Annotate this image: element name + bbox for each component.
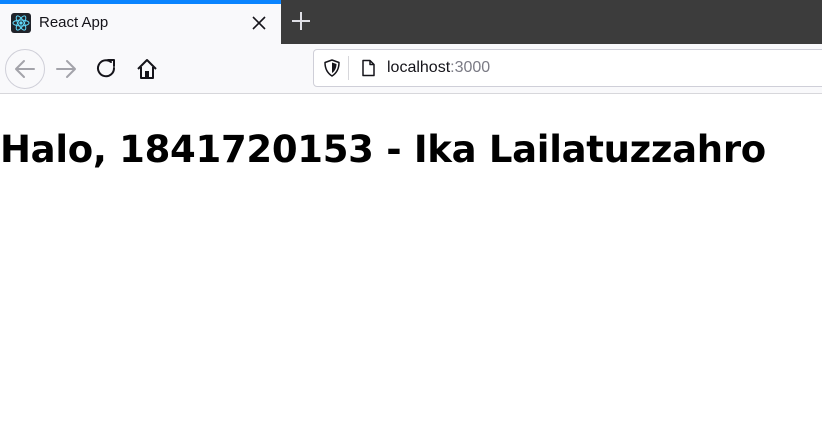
url-text[interactable]: localhost:3000 [387, 59, 490, 77]
tab-react-app[interactable]: React App [0, 0, 281, 44]
reload-icon[interactable] [87, 49, 127, 89]
tab-strip: React App [0, 0, 822, 44]
url-bar[interactable]: localhost:3000 [313, 49, 822, 87]
close-icon[interactable] [247, 11, 271, 35]
page-content: Halo, 1841720153 - Ika Lailatuzzahro [0, 95, 822, 437]
page-icon[interactable] [358, 58, 378, 78]
url-port: :3000 [450, 59, 491, 76]
arrow-right-icon[interactable] [47, 49, 87, 89]
navigation-toolbar: localhost:3000 [0, 44, 822, 94]
page-heading: Halo, 1841720153 - Ika Lailatuzzahro [0, 128, 766, 171]
react-logo-icon [11, 13, 31, 33]
arrow-left-icon[interactable] [5, 49, 45, 89]
url-separator [348, 56, 349, 80]
home-icon[interactable] [127, 49, 167, 89]
tab-title: React App [39, 14, 109, 31]
plus-icon[interactable] [287, 7, 315, 35]
url-host: localhost [387, 59, 451, 76]
shield-icon[interactable] [322, 58, 342, 78]
